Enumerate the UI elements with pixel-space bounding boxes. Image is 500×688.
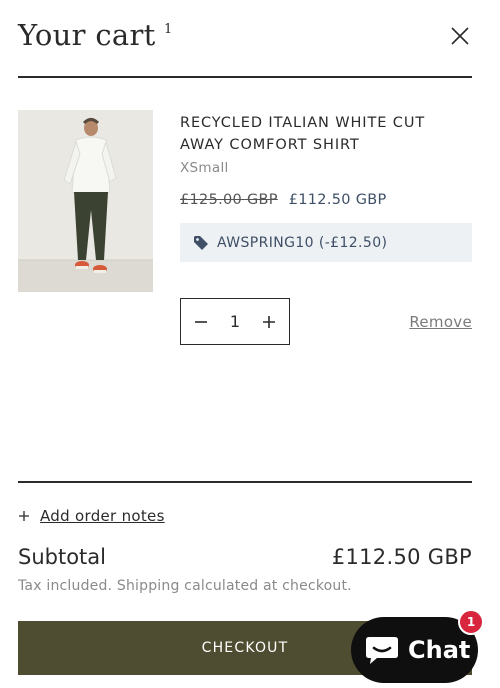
plus-icon	[263, 315, 275, 328]
price-row: £125.00 GBP £112.50 GBP	[180, 192, 472, 208]
checkout-label: CHECKOUT	[201, 640, 289, 656]
order-notes-label: Add order notes	[40, 507, 165, 525]
tax-note: Tax included. Shipping calculated at che…	[18, 578, 352, 594]
subtotal-value: £112.50 GBP	[331, 545, 472, 569]
product-image[interactable]	[18, 110, 153, 292]
product-title[interactable]: RECYCLED ITALIAN WHITE CUT AWAY COMFORT …	[180, 112, 472, 156]
product-variant: XSmall	[180, 160, 229, 176]
chat-bubble-icon	[366, 637, 398, 664]
chat-label: Chat	[408, 636, 471, 664]
product-photo	[18, 110, 153, 292]
cart-title: Your cart	[18, 18, 156, 52]
close-icon	[451, 27, 469, 45]
chat-notification-badge: 1	[458, 609, 484, 635]
quantity-input[interactable]: 1	[230, 312, 240, 331]
quantity-stepper: 1	[180, 298, 290, 345]
discount-badge: AWSPRING10 (-£12.50)	[180, 223, 472, 262]
footer-divider	[18, 481, 472, 483]
cart-count: 1	[164, 22, 173, 37]
increase-quantity-button[interactable]	[259, 312, 279, 332]
compare-price: £125.00 GBP	[180, 192, 278, 208]
cart-header: Your cart 1	[18, 18, 472, 58]
close-button[interactable]	[448, 24, 472, 48]
decrease-quantity-button[interactable]	[191, 312, 211, 332]
discount-code: AWSPRING10 (-£12.50)	[217, 234, 388, 251]
minus-icon	[195, 320, 207, 323]
tag-icon	[194, 235, 208, 250]
add-order-notes-button[interactable]: Add order notes	[18, 507, 165, 525]
sale-price: £112.50 GBP	[288, 192, 387, 208]
subtotal-label: Subtotal	[18, 545, 106, 569]
remove-link[interactable]: Remove	[409, 313, 472, 331]
product-info: RECYCLED ITALIAN WHITE CUT AWAY COMFORT …	[180, 112, 472, 262]
plus-icon	[19, 511, 29, 521]
header-divider	[18, 76, 472, 78]
